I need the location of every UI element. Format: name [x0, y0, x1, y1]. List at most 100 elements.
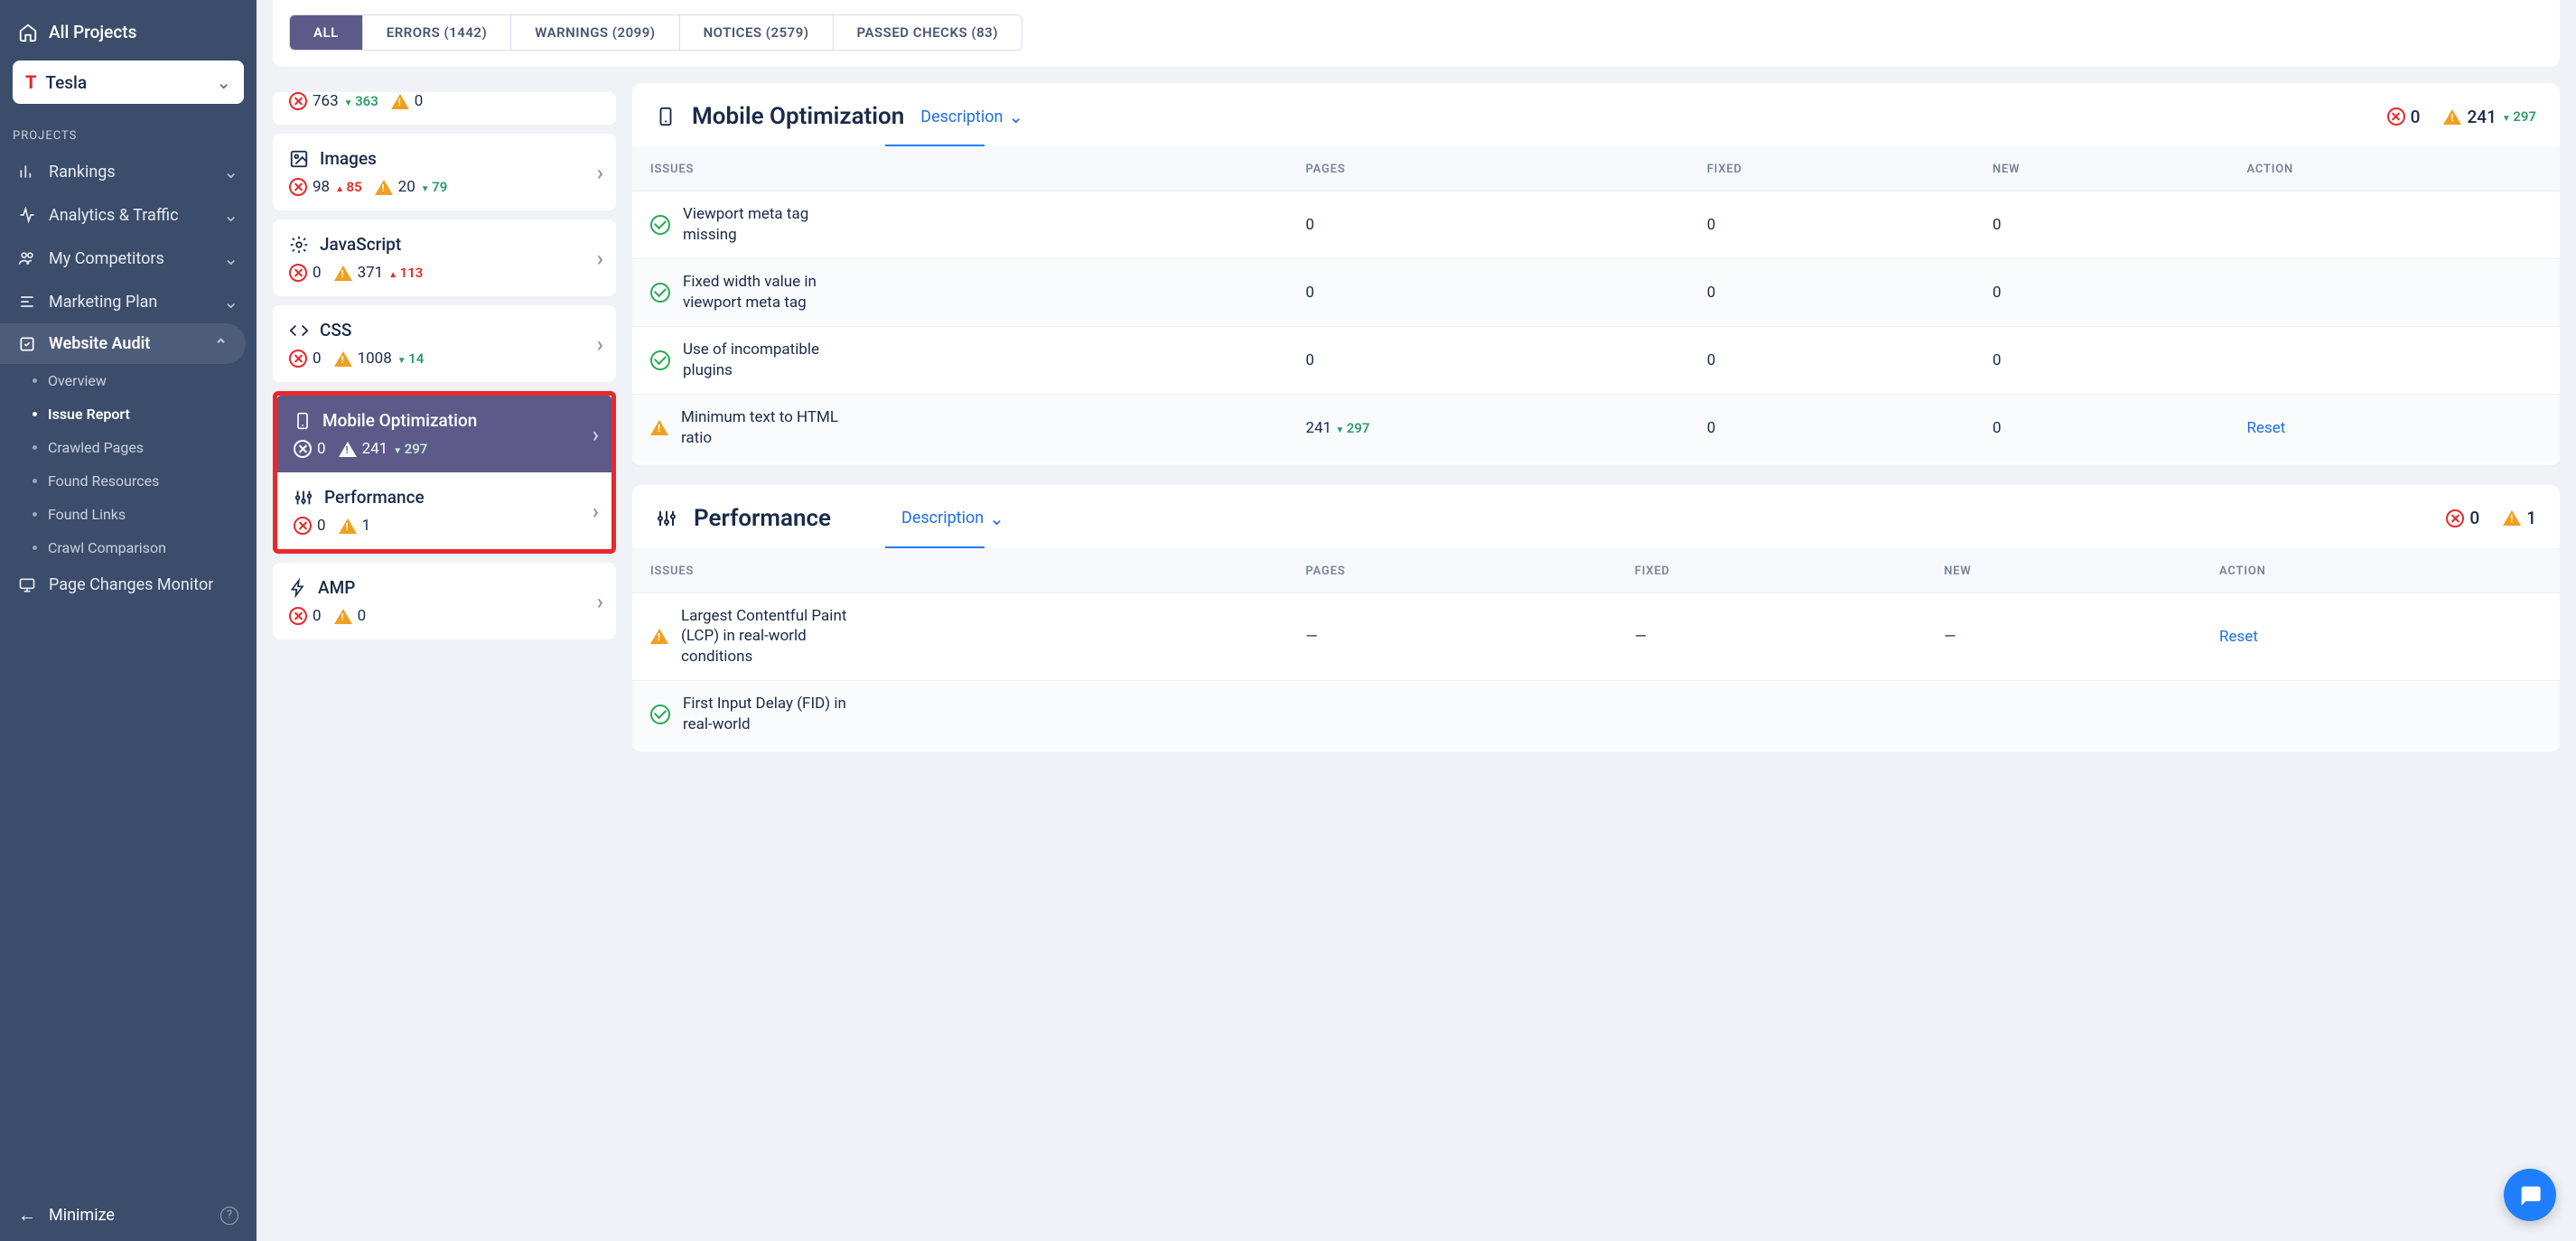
ok-icon [650, 350, 670, 370]
code-icon [289, 321, 309, 341]
category-card-css[interactable]: CSS 0 1008 14 [273, 305, 616, 382]
tab-warnings[interactable]: WARNINGS (2099) [511, 15, 679, 50]
reset-button[interactable]: Reset [2219, 628, 2258, 646]
main-content: ALL ERRORS (1442) WARNINGS (2099) NOTICE… [257, 0, 2576, 1241]
nav-analytics[interactable]: Analytics & Traffic [0, 193, 257, 237]
chevron-right-icon [593, 422, 599, 447]
error-icon [2446, 509, 2464, 527]
table-row[interactable]: Fixed width value in viewport meta tag 0… [632, 258, 2560, 326]
nav-competitors[interactable]: My Competitors [0, 237, 257, 280]
tab-all[interactable]: ALL [290, 15, 363, 50]
chevron-down-icon [223, 247, 238, 269]
users-icon [18, 249, 36, 267]
projects-label: PROJECTS [0, 120, 257, 150]
table-row[interactable]: Minimum text to HTML ratio 241 297 0 0 R… [632, 394, 2560, 461]
error-icon [2387, 107, 2405, 126]
ok-icon [650, 215, 670, 235]
help-icon[interactable]: ? [220, 1207, 238, 1225]
category-card-performance[interactable]: Performance 0 1 [277, 472, 611, 549]
bar-chart-icon [18, 163, 36, 181]
sliders-icon [656, 508, 677, 529]
category-card-javascript[interactable]: JavaScript 0 371 113 [273, 219, 616, 296]
nav-marketing-plan[interactable]: Marketing Plan [0, 280, 257, 323]
warning-icon [334, 351, 352, 367]
error-icon [289, 92, 307, 110]
nav-page-changes[interactable]: Page Changes Monitor [0, 565, 257, 605]
warning-icon [2443, 109, 2461, 125]
detail-mobile-optimization: Mobile Optimization Description 0 241 29… [632, 83, 2560, 465]
tab-passed[interactable]: PASSED CHECKS (83) [834, 15, 1022, 50]
chat-fab[interactable] [2504, 1169, 2556, 1221]
description-dropdown[interactable]: Description [920, 106, 1023, 127]
sub-found-resources[interactable]: Found Resources [0, 464, 257, 498]
tab-errors[interactable]: ERRORS (1442) [363, 15, 512, 50]
ok-icon [650, 704, 670, 724]
category-list: 763 363 0 Images 98 85 20 79 [273, 83, 616, 1225]
sub-crawled-pages[interactable]: Crawled Pages [0, 431, 257, 464]
sliders-icon [294, 488, 313, 508]
warning-icon [650, 420, 668, 435]
warning-icon [339, 518, 357, 534]
nav-rankings[interactable]: Rankings [0, 150, 257, 193]
warning-icon [650, 629, 668, 644]
filter-tabs-bar: ALL ERRORS (1442) WARNINGS (2099) NOTICE… [273, 0, 2560, 67]
chevron-right-icon [597, 160, 603, 185]
error-icon [289, 264, 307, 282]
mobile-icon [656, 105, 676, 128]
warning-icon [2503, 510, 2521, 526]
table-row[interactable]: Largest Contentful Paint (LCP) in real-w… [632, 593, 2560, 681]
all-projects-link[interactable]: All Projects [0, 13, 257, 51]
monitor-icon [18, 576, 36, 594]
detail-panel: Mobile Optimization Description 0 241 29… [632, 83, 2560, 1225]
error-icon [289, 350, 307, 368]
warning-icon [391, 94, 409, 109]
list-icon [18, 293, 36, 311]
all-projects-label: All Projects [49, 22, 136, 42]
brand-icon: T [25, 71, 36, 93]
chevron-down-icon [223, 291, 238, 313]
tab-notices[interactable]: NOTICES (2579) [680, 15, 834, 50]
mobile-icon [294, 411, 312, 431]
chevron-right-icon [597, 589, 603, 614]
category-card-mobile[interactable]: Mobile Optimization 0 241 297 [277, 396, 611, 472]
category-card-partial[interactable]: 763 363 0 [273, 92, 616, 125]
chevron-down-icon [216, 71, 231, 93]
table-row[interactable]: Viewport meta tag missing 0 0 0 [632, 191, 2560, 259]
warning-icon [334, 266, 352, 281]
warning-icon [375, 180, 393, 195]
audit-icon [18, 335, 36, 353]
category-card-amp[interactable]: AMP 0 0 [273, 563, 616, 639]
chevron-right-icon [597, 331, 603, 357]
sub-issue-report[interactable]: Issue Report [0, 397, 257, 431]
highlighted-categories: Mobile Optimization 0 241 297 Performanc… [273, 391, 616, 554]
chevron-up-icon: ⌄ [214, 334, 228, 353]
gear-icon [289, 235, 309, 255]
error-icon [294, 440, 312, 458]
ok-icon [650, 283, 670, 303]
sub-crawl-comparison[interactable]: Crawl Comparison [0, 531, 257, 565]
warning-icon [334, 609, 352, 624]
chevron-right-icon [593, 499, 599, 524]
warning-icon [339, 442, 357, 457]
chevron-right-icon [597, 246, 603, 271]
chevron-down-icon [223, 204, 238, 226]
reset-button[interactable]: Reset [2246, 419, 2285, 437]
table-row[interactable]: Use of incompatible plugins 0 0 0 [632, 326, 2560, 394]
sidebar: All Projects T Tesla PROJECTS Rankings A… [0, 0, 257, 1241]
sub-overview[interactable]: Overview [0, 364, 257, 397]
section-title: Performance [694, 505, 831, 532]
activity-icon [18, 206, 36, 224]
image-icon [289, 149, 309, 169]
chevron-down-icon [989, 508, 1004, 529]
section-title: Mobile Optimization [692, 103, 904, 130]
detail-performance: Performance Description 0 1 I [632, 485, 2560, 752]
bolt-icon [289, 578, 307, 598]
category-card-images[interactable]: Images 98 85 20 79 [273, 134, 616, 210]
nav-website-audit[interactable]: Website Audit ⌄ [0, 323, 246, 364]
table-row[interactable]: First Input Delay (FID) in real-world [632, 681, 2560, 748]
minimize-button[interactable]: Minimize ? [0, 1190, 257, 1241]
performance-issues-table: ISSUES PAGES FIXED NEW ACTION Largest Co… [632, 548, 2560, 749]
project-selector[interactable]: T Tesla [13, 61, 244, 104]
sub-found-links[interactable]: Found Links [0, 498, 257, 531]
description-dropdown[interactable]: Description [901, 508, 1004, 529]
